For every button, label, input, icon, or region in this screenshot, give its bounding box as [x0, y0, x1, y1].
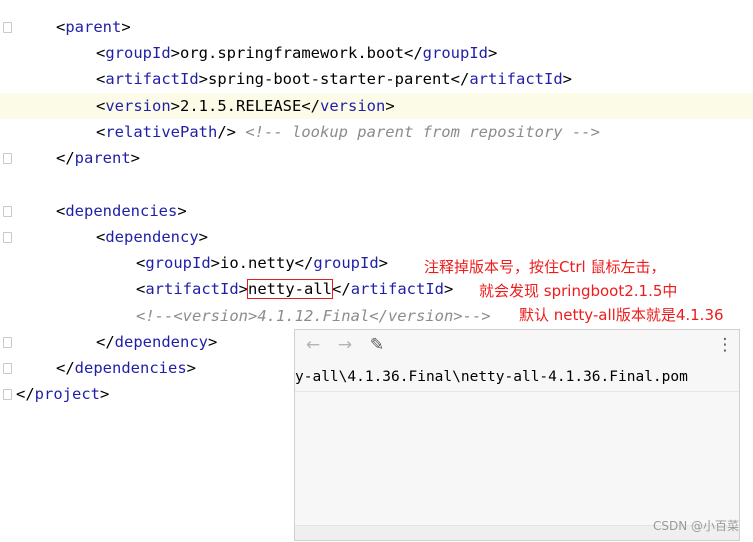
forward-arrow-icon[interactable]: → [333, 333, 357, 357]
quick-documentation-popup: ← → ✎ ⋮ y-all\4.1.36.Final\netty-all-4.1… [294, 329, 740, 541]
annotation-note-2: 就会发现 springboot2.1.5中 [479, 282, 678, 300]
annotation-note-1: 注释掉版本号，按住Ctrl 鼠标左击， [424, 258, 666, 276]
code-line-parent-open: <parent> [56, 18, 131, 36]
code-line-project-close: </project> [16, 385, 110, 403]
fold-marker[interactable] [3, 153, 12, 164]
netty-all-link[interactable]: netty-all [247, 279, 334, 299]
code-line-dependency-open: <dependency> [96, 228, 209, 246]
edit-source-icon[interactable]: ✎ [365, 333, 389, 357]
popup-file-path[interactable]: y-all\4.1.36.Final\netty-all-4.1.36.Fina… [295, 366, 739, 388]
code-line-netty-artifactid: <artifactId>netty-all</artifactId> [136, 279, 454, 299]
code-line-netty-groupid: <groupId>io.netty</groupId> [136, 254, 389, 272]
fold-marker[interactable] [3, 206, 12, 217]
code-line-commented-version: <!--<version>4.1.12.Final</version>--> [136, 307, 491, 325]
annotation-note-3: 默认 netty-all版本就是4.1.36 [519, 306, 724, 324]
fold-marker[interactable] [3, 363, 12, 374]
fold-marker[interactable] [3, 389, 12, 400]
fold-marker[interactable] [3, 337, 12, 348]
fold-marker[interactable] [3, 232, 12, 243]
popup-toolbar: ← → ✎ ⋮ [295, 330, 739, 360]
code-line-groupid: <groupId>org.springframework.boot</group… [96, 44, 498, 62]
code-line-artifactid: <artifactId>spring-boot-starter-parent</… [96, 70, 572, 88]
fold-marker[interactable] [3, 22, 12, 33]
code-line-version: <version>2.1.5.RELEASE</version> [96, 97, 395, 115]
more-options-icon[interactable]: ⋮ [713, 333, 737, 357]
code-line-dependencies-close: </dependencies> [56, 359, 196, 377]
code-line-dependencies-open: <dependencies> [56, 202, 187, 220]
code-line-parent-close: </parent> [56, 149, 141, 167]
editor-gutter [0, 0, 14, 542]
csdn-watermark: CSDN @小百菜 [652, 519, 739, 533]
back-arrow-icon[interactable]: ← [301, 333, 325, 357]
code-line-dependency-close: </dependency> [96, 333, 218, 351]
popup-divider [295, 391, 739, 392]
code-line-relativepath: <relativePath/> <!-- lookup parent from … [96, 123, 600, 141]
